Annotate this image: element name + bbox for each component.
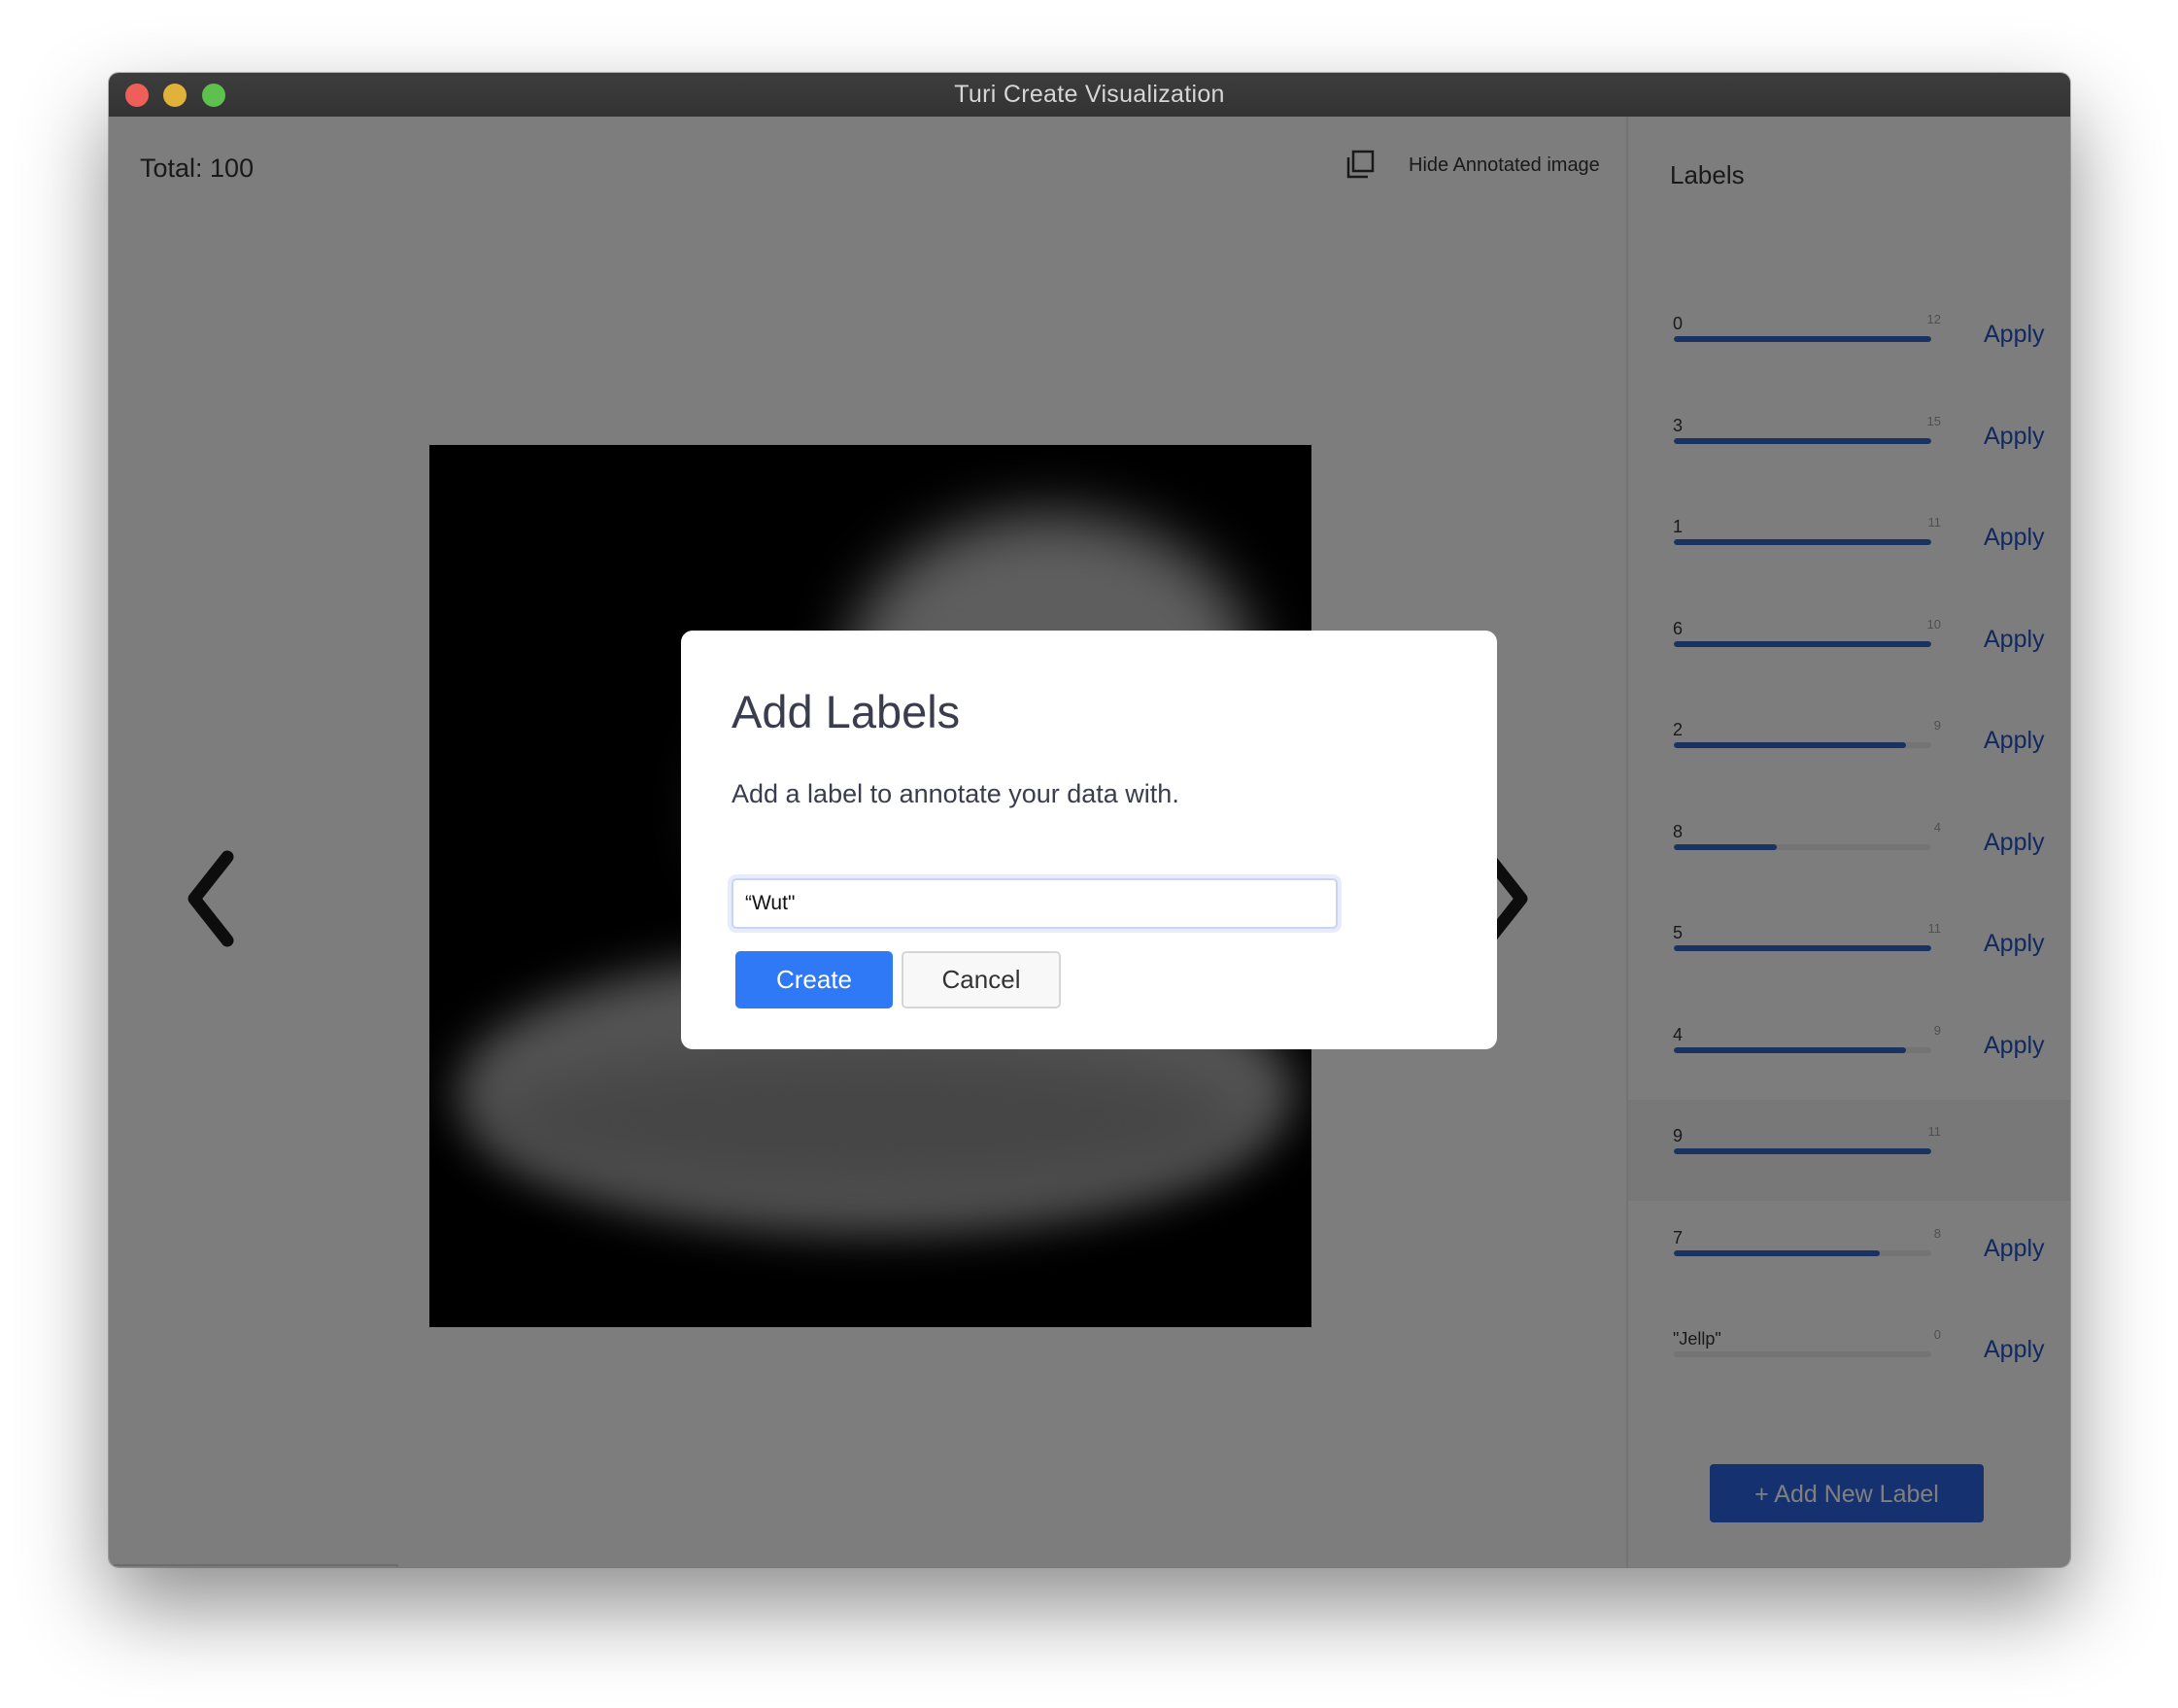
window-title: Turi Create Visualization [954, 81, 1225, 108]
cancel-button[interactable]: Cancel [902, 951, 1061, 1008]
add-labels-dialog: Add Labels Add a label to annotate your … [681, 631, 1497, 1049]
title-bar: Turi Create Visualization [109, 73, 2070, 118]
dialog-title: Add Labels [732, 686, 961, 737]
dialog-description: Add a label to annotate your data with. [732, 779, 1179, 808]
create-button[interactable]: Create [735, 951, 893, 1008]
label-name-input[interactable] [732, 878, 1338, 929]
